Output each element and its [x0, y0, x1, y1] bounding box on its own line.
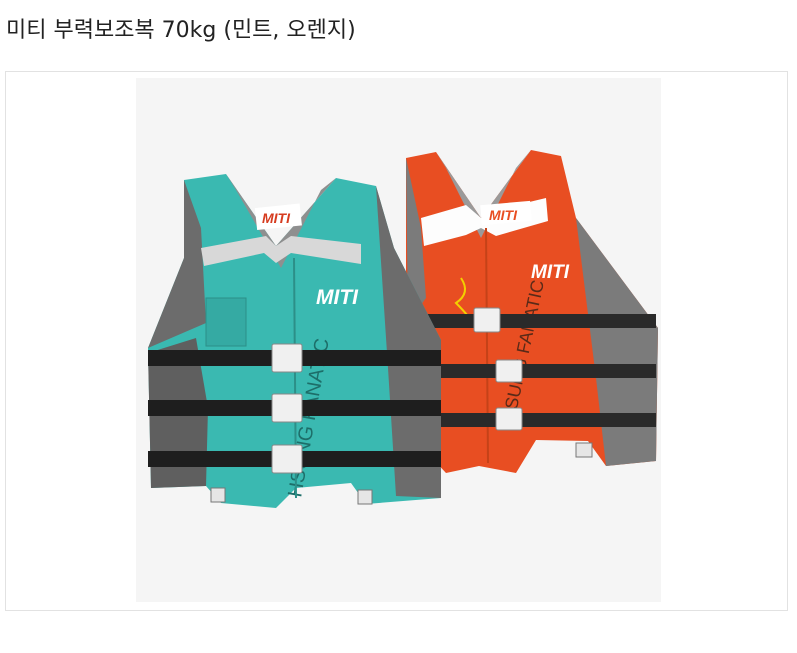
mint-vest-logo-small: MITI	[262, 210, 291, 226]
product-image-frame: MITI MITI HSUNG FANATIC MITI MITI HSUNG …	[5, 71, 788, 611]
product-photo[interactable]: MITI MITI HSUNG FANATIC MITI MITI HSUNG …	[136, 78, 661, 602]
orange-vest-logo-small: MITI	[489, 207, 518, 223]
product-page: 미티 부력보조복 70kg (민트, 오렌지) MITI MITI HSUNG …	[0, 0, 797, 653]
orange-vest-logo: MITI	[531, 262, 570, 283]
mint-vest-logo: MITI	[316, 286, 359, 309]
product-title: 미티 부력보조복 70kg (민트, 오렌지)	[6, 18, 356, 43]
life-vests-illustration: MITI MITI HSUNG FANATIC MITI MITI HSUNG …	[136, 78, 661, 602]
